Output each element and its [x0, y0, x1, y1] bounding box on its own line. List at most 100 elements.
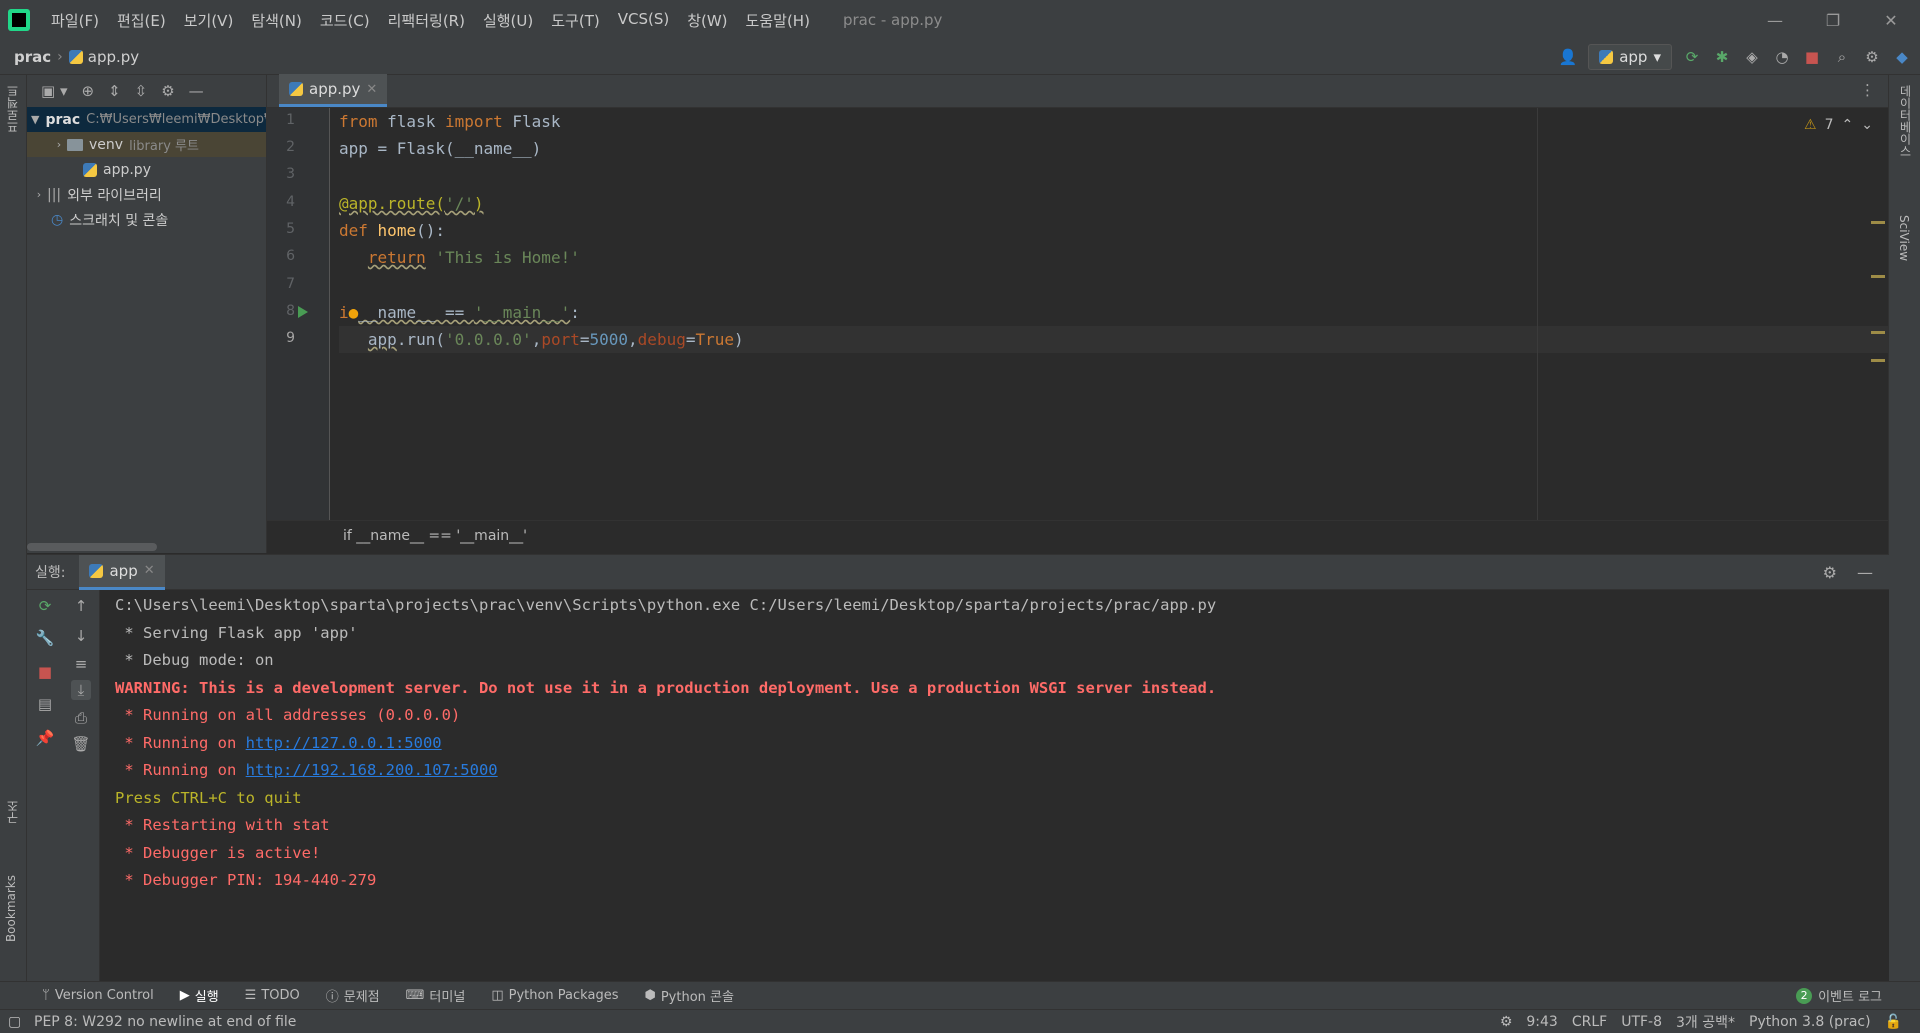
wrench-icon[interactable]: 🔧 — [35, 628, 55, 648]
tab-problems[interactable]: ⓘ 문제점 — [326, 986, 380, 1005]
inspection-widget[interactable]: ⚠ 7 ⌃ ⌄ — [1804, 117, 1873, 133]
tab-python-packages[interactable]: ◫ Python Packages — [491, 988, 618, 1003]
breadcrumb-file[interactable]: app.py — [68, 48, 139, 66]
project-view-icon[interactable]: ▣ ▾ — [41, 82, 67, 100]
localhost-link[interactable]: http://127.0.0.1:5000 — [246, 734, 442, 752]
rerun-icon[interactable]: ⟳ — [1682, 47, 1702, 67]
tree-item-scratches[interactable]: ◷ 스크래치 및 콘솔 — [27, 207, 266, 232]
python-file-icon — [289, 82, 303, 96]
breadcrumb-separator-icon: › — [57, 49, 63, 65]
menu-edit[interactable]: 편집(E) — [108, 10, 175, 31]
menu-run[interactable]: 실행(U) — [474, 10, 542, 31]
menu-file[interactable]: 파일(F) — [42, 10, 108, 31]
code-area[interactable]: from flask import Flask app = Flask(__na… — [339, 108, 1889, 521]
tree-item-venv[interactable]: › venv library 루트 — [27, 132, 266, 157]
menu-view[interactable]: 보기(V) — [175, 10, 243, 31]
console-output[interactable]: C:\Users\leemi\Desktop\sparta\projects\p… — [115, 592, 1879, 895]
tab-label: Version Control — [54, 988, 154, 1003]
menu-window[interactable]: 창(W) — [678, 10, 736, 31]
stop-icon[interactable]: ■ — [35, 662, 55, 682]
soft-wrap-icon[interactable]: ≡ — [71, 654, 91, 674]
main-toolbar: 👤 app ▾ ⟳ ✱ ◈ ◔ ■ ⌕ ⚙ ◆ — [1558, 44, 1912, 70]
minimize-button[interactable]: — — [1746, 0, 1804, 40]
stop-icon[interactable]: ■ — [1802, 47, 1822, 67]
arrow-down-icon[interactable]: ↓ — [71, 626, 91, 646]
hide-panel-icon[interactable]: — — [189, 82, 204, 100]
coverage-shield-icon[interactable]: ◈ — [1742, 47, 1762, 67]
menu-navigate[interactable]: 탐색(N) — [242, 10, 311, 31]
print-icon[interactable]: ⎙ — [71, 708, 91, 728]
tree-item-app-py[interactable]: app.py — [27, 157, 266, 182]
file-encoding[interactable]: UTF-8 — [1621, 1014, 1662, 1030]
expand-all-icon[interactable]: ⇕ — [108, 82, 121, 100]
chevron-up-icon[interactable]: ⌃ — [1842, 117, 1854, 133]
caret-position[interactable]: 9:43 — [1526, 1014, 1557, 1030]
error-stripe-mark[interactable] — [1871, 221, 1885, 224]
indexing-icon[interactable]: ⚙ — [1500, 1014, 1513, 1030]
collapse-all-icon[interactable]: ⇳ — [135, 82, 148, 100]
menu-code[interactable]: 코드(C) — [311, 10, 379, 31]
tree-item-external-libraries[interactable]: › ||| 외부 라이브러리 — [27, 182, 266, 207]
close-icon[interactable]: ✕ — [366, 82, 377, 97]
locate-icon[interactable]: ⊕ — [81, 82, 94, 100]
status-message[interactable]: PEP 8: W292 no newline at end of file — [34, 1014, 296, 1030]
lan-address-link[interactable]: http://192.168.200.107:5000 — [246, 761, 498, 779]
hide-panel-icon[interactable]: — — [1857, 563, 1873, 582]
lock-icon[interactable]: 🔓 — [1885, 1014, 1902, 1030]
error-stripe-mark[interactable] — [1871, 275, 1885, 278]
chevron-right-icon[interactable]: › — [31, 188, 47, 201]
menu-refactor[interactable]: 리팩터링(R) — [379, 10, 474, 31]
tab-run[interactable]: ▶ 실행 — [180, 986, 219, 1005]
close-icon[interactable]: ✕ — [144, 563, 155, 578]
breadcrumb-project[interactable]: prac — [14, 48, 51, 66]
menu-tools[interactable]: 도구(T) — [542, 10, 608, 31]
sciview-tool-tab[interactable]: SciView — [1897, 215, 1911, 261]
menu-vcs[interactable]: VCS(S) — [609, 10, 678, 31]
gear-icon[interactable]: ⚙ — [161, 82, 174, 100]
chevron-down-icon[interactable]: ▼ — [31, 113, 39, 126]
interpreter[interactable]: Python 3.8 (prac) — [1749, 1014, 1871, 1030]
bookmarks-tool-tab[interactable]: Bookmarks — [4, 875, 18, 942]
horizontal-scrollbar[interactable] — [27, 543, 157, 551]
tab-app-py[interactable]: app.py ✕ — [279, 74, 388, 107]
pin-icon[interactable]: 📌 — [35, 728, 55, 748]
tab-todo[interactable]: ☰ TODO — [245, 988, 300, 1003]
structure-tool-tab[interactable]: 구조 — [4, 800, 21, 824]
indent-setting[interactable]: 3개 공백* — [1676, 1012, 1735, 1032]
scroll-to-end-icon[interactable]: ⤓ — [71, 680, 91, 700]
tab-version-control[interactable]: ᛘ Version Control — [42, 988, 154, 1003]
chevron-down-icon[interactable]: ⌄ — [1861, 117, 1873, 133]
tree-item-prac[interactable]: ▼ prac C:₩Users₩leemi₩Desktop₩sparta₩pro… — [27, 107, 266, 132]
right-margin-guide — [1537, 108, 1538, 521]
event-log-tab[interactable]: 2 이벤트 로그 — [1796, 986, 1882, 1005]
gear-icon[interactable]: ⚙ — [1823, 563, 1837, 582]
trash-icon[interactable]: 🗑 — [71, 734, 91, 754]
rerun-icon[interactable]: ⟳ — [35, 596, 55, 616]
tab-terminal[interactable]: ⌨ 터미널 — [406, 986, 466, 1005]
arrow-up-icon[interactable]: ↑ — [71, 596, 91, 616]
toggle-tool-windows-icon[interactable]: ▢ — [8, 1014, 21, 1030]
search-icon[interactable]: ⌕ — [1832, 47, 1852, 67]
database-tool-tab[interactable]: 데이터베이스 — [1897, 85, 1914, 157]
menu-help[interactable]: 도움말(H) — [737, 10, 819, 31]
run-config-select[interactable]: app ▾ — [1588, 44, 1672, 70]
jetbrains-toolbox-icon[interactable]: ◆ — [1892, 47, 1912, 67]
error-stripe-mark[interactable] — [1871, 359, 1885, 362]
close-window-button[interactable]: ✕ — [1862, 0, 1920, 40]
user-icon[interactable]: 👤 — [1558, 47, 1578, 67]
error-stripe-mark[interactable] — [1871, 331, 1885, 334]
more-options-icon[interactable]: ⋮ — [1860, 81, 1875, 99]
project-tool-tab[interactable]: 프로젝트 — [4, 85, 21, 133]
gear-icon[interactable]: ⚙ — [1862, 47, 1882, 67]
restore-button[interactable]: ❐ — [1804, 0, 1862, 40]
tab-python-console[interactable]: ⬢ Python 콘솔 — [644, 986, 733, 1005]
chevron-right-icon[interactable]: › — [51, 138, 67, 151]
code-breadcrumb[interactable]: if __name__ == '__main__' — [343, 528, 527, 544]
debug-bug-icon[interactable]: ✱ — [1712, 47, 1732, 67]
run-tab-app[interactable]: app ✕ — [79, 554, 165, 590]
line-separator[interactable]: CRLF — [1572, 1014, 1607, 1030]
tab-label: Python Packages — [508, 988, 619, 1003]
layout-icon[interactable]: ▤ — [35, 694, 55, 714]
profile-icon[interactable]: ◔ — [1772, 47, 1792, 67]
run-gutter-icon[interactable] — [298, 306, 308, 318]
